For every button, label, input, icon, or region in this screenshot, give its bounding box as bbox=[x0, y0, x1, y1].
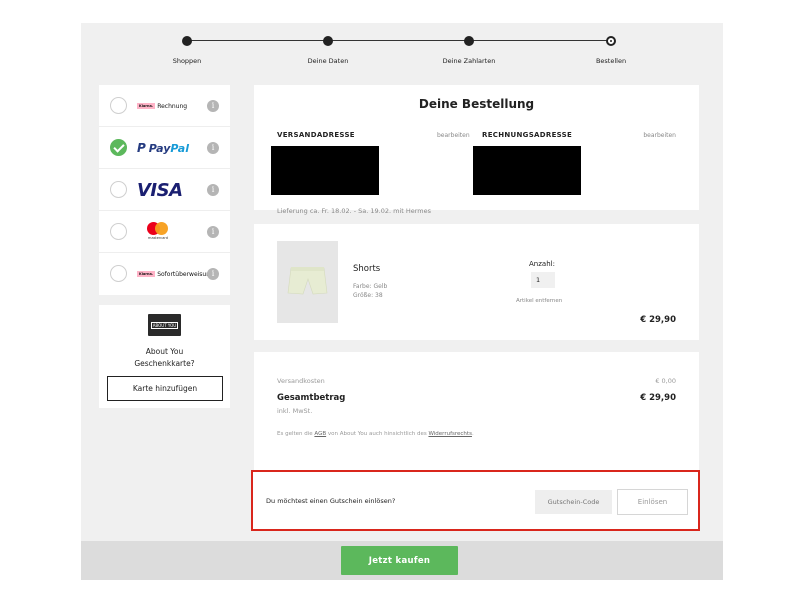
step-label: Bestellen bbox=[595, 57, 627, 65]
info-icon[interactable]: i bbox=[207, 142, 219, 154]
product-price: € 29,90 bbox=[640, 315, 676, 325]
shipping-address-redacted bbox=[271, 146, 379, 195]
payment-option-klarna-rechnung[interactable]: Klarna. Rechnung i bbox=[99, 85, 230, 127]
gift-card-text: About You Geschenkkarte? bbox=[99, 346, 230, 370]
delivery-estimate: Lieferung ca. Fr. 18.02. - Sa. 19.02. mi… bbox=[277, 207, 432, 215]
terms-text: von About You auch hinsichtlich des bbox=[326, 431, 429, 437]
progress-line bbox=[187, 40, 611, 41]
payment-label: Rechnung bbox=[157, 102, 188, 110]
product-name[interactable]: Shorts bbox=[353, 264, 380, 274]
visa-logo: VISA bbox=[137, 169, 183, 211]
radio-button[interactable] bbox=[110, 181, 127, 198]
agb-link[interactable]: AGB bbox=[314, 431, 326, 437]
shipping-cost-row: Versandkosten € 0,00 bbox=[277, 377, 676, 385]
total-row: Gesamtbetrag € 29,90 bbox=[277, 393, 676, 403]
payment-option-klarna-sofort[interactable]: Klarna. Sofortüberweisung i bbox=[99, 253, 230, 295]
withdrawal-link[interactable]: Widerrufsrechts bbox=[428, 431, 472, 437]
product-color: Farbe: Gelb bbox=[353, 283, 388, 290]
coupon-code-input[interactable] bbox=[535, 490, 612, 514]
payment-label: mastercard bbox=[148, 236, 168, 240]
quantity-label: Anzahl: bbox=[529, 260, 555, 268]
radio-button[interactable] bbox=[110, 265, 127, 282]
payment-label: PayPal bbox=[148, 141, 189, 155]
payment-option-mastercard[interactable]: mastercard i bbox=[99, 211, 230, 253]
step-dot bbox=[464, 36, 474, 46]
gift-card-line1: About You bbox=[145, 347, 184, 356]
product-size: Größe: 38 bbox=[353, 292, 383, 299]
total-label: Gesamtbetrag bbox=[277, 393, 346, 403]
radio-button[interactable] bbox=[110, 223, 127, 240]
quantity-select[interactable]: 1 bbox=[531, 272, 555, 288]
vat-note: inkl. MwSt. bbox=[277, 407, 313, 415]
payment-method-list: Klarna. Rechnung i P PayPal i VISA i mas… bbox=[99, 85, 230, 295]
klarna-badge: Klarna. bbox=[137, 271, 156, 277]
gift-card-box: ABOUT YOU About You Geschenkkarte? Karte… bbox=[99, 305, 230, 408]
radio-button-checked[interactable] bbox=[110, 139, 127, 156]
checkout-page: Shoppen Deine Daten Deine Zahlarten Best… bbox=[81, 23, 723, 580]
payment-label: Sofortüberweisung bbox=[157, 270, 214, 278]
checkout-footer: Jetzt kaufen bbox=[81, 541, 723, 580]
order-totals: Versandkosten € 0,00 Gesamtbetrag € 29,9… bbox=[254, 352, 699, 470]
info-icon[interactable]: i bbox=[207, 268, 219, 280]
checkout-progress: Shoppen Deine Daten Deine Zahlarten Best… bbox=[81, 23, 723, 83]
step-dot bbox=[323, 36, 333, 46]
step-label: Shoppen bbox=[172, 57, 202, 65]
about-you-gift-card-logo: ABOUT YOU bbox=[148, 314, 181, 336]
info-icon[interactable]: i bbox=[207, 226, 219, 238]
coupon-question: Du möchtest einen Gutschein einlösen? bbox=[266, 497, 396, 505]
klarna-badge: Klarna. bbox=[137, 103, 156, 109]
shipping-cost-label: Versandkosten bbox=[277, 377, 325, 385]
paypal-logo: P PayPal bbox=[137, 127, 189, 169]
product-image[interactable] bbox=[277, 241, 338, 323]
mastercard-logo: mastercard bbox=[137, 211, 172, 253]
klarna-logo: Klarna. Rechnung bbox=[137, 85, 187, 127]
payment-option-visa[interactable]: VISA i bbox=[99, 169, 230, 211]
shipping-cost-value: € 0,00 bbox=[655, 377, 676, 385]
step-dot bbox=[182, 36, 192, 46]
billing-address-label: RECHNUNGSADRESSE bbox=[482, 131, 573, 139]
order-title: Deine Bestellung bbox=[418, 97, 535, 111]
terms-text: . bbox=[471, 431, 474, 437]
remove-item-link[interactable]: Artikel entfernen bbox=[516, 298, 562, 304]
shipping-address-label: VERSANDADRESSE bbox=[277, 131, 355, 139]
klarna-logo: Klarna. Sofortüberweisung bbox=[137, 253, 214, 295]
cart-item: Shorts Farbe: Gelb Größe: 38 Anzahl: 1 A… bbox=[254, 224, 699, 340]
paypal-mark-icon: P bbox=[137, 141, 146, 155]
gift-card-line2: Geschenkkarte? bbox=[134, 359, 195, 368]
step-label: Deine Daten bbox=[307, 57, 349, 65]
info-icon[interactable]: i bbox=[207, 184, 219, 196]
edit-shipping-link[interactable]: bearbeiten bbox=[437, 132, 470, 139]
billing-address-redacted bbox=[473, 146, 581, 195]
terms-notice: Es gelten die AGB von About You auch hin… bbox=[277, 431, 474, 437]
shorts-image bbox=[287, 267, 328, 295]
step-label: Deine Zahlarten bbox=[442, 57, 496, 65]
radio-button[interactable] bbox=[110, 97, 127, 114]
add-gift-card-button[interactable]: Karte hinzufügen bbox=[107, 376, 223, 401]
coupon-section: Du möchtest einen Gutschein einlösen? Ei… bbox=[251, 470, 700, 531]
edit-billing-link[interactable]: bearbeiten bbox=[643, 132, 676, 139]
order-summary-header: Deine Bestellung VERSANDADRESSE bearbeit… bbox=[254, 85, 699, 210]
buy-now-button[interactable]: Jetzt kaufen bbox=[341, 546, 458, 575]
total-value: € 29,90 bbox=[640, 393, 676, 403]
payment-option-paypal[interactable]: P PayPal i bbox=[99, 127, 230, 169]
payment-label: VISA bbox=[137, 179, 183, 201]
info-icon[interactable]: i bbox=[207, 100, 219, 112]
terms-text: Es gelten die bbox=[277, 431, 315, 437]
step-dot-current bbox=[606, 36, 616, 46]
redeem-coupon-button[interactable]: Einlösen bbox=[617, 489, 688, 515]
